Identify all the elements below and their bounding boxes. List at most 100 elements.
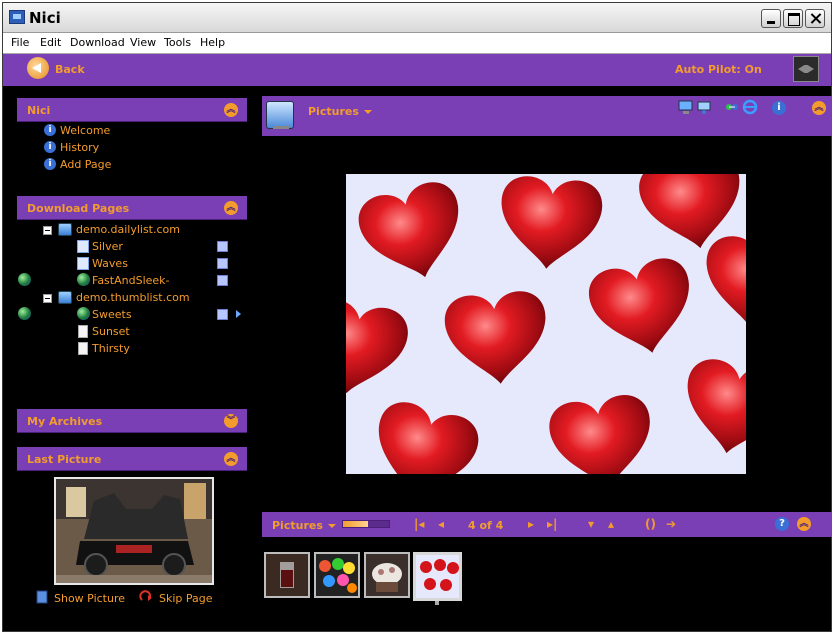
panel-header-download-pages[interactable]: Download Pages ︽ [17,196,247,220]
collapse-icon[interactable]: ︽ [224,103,238,117]
globe-icon [18,273,31,286]
menu-download[interactable]: Download [70,36,125,49]
panel-header-my-archives[interactable]: My Archives ︾ [17,409,247,433]
tree-site-dailylist[interactable]: demo.dailylist.com [76,223,180,236]
link-add-page[interactable]: Add Page [60,158,111,171]
hearts-image [346,174,746,474]
panel-header-nici[interactable]: Nici ︽ [17,98,247,122]
selection-marker [435,601,439,605]
bottom-label-text: Pictures [272,519,323,532]
info-icon[interactable]: i [772,101,786,115]
skip-arrow-icon [139,590,151,601]
forward-icon[interactable]: ➔ [666,517,676,531]
tree-site-thumblist[interactable]: demo.thumblist.com [76,291,190,304]
connect-icon[interactable] [724,99,740,115]
progress-fill [343,521,369,527]
main-title-text: Pictures [308,105,359,118]
menu-file[interactable]: File [11,36,29,49]
status-square-icon [217,309,228,320]
dropdown-arrow-icon [363,110,372,114]
candy-thumbnail-image [316,554,358,596]
picture-toolbar: Pictures |◂ ◂ 4 of 4 ▸ ▸| ▾ ▴ () ➔ ? ︽ [262,512,832,537]
sports-car-image [56,479,212,583]
collapse-icon[interactable]: ︽ [224,201,238,215]
show-picture-link[interactable]: Show Picture [54,592,125,605]
status-square-icon [217,241,228,252]
pictures-dropdown-bottom[interactable]: Pictures [272,519,336,532]
document-icon [78,325,88,338]
close-button[interactable] [805,9,825,28]
music-page-icon [77,240,89,253]
tree-page-waves[interactable]: Waves [92,257,128,270]
panel-title: Last Picture [27,453,102,466]
menu-view[interactable]: View [130,36,156,49]
music-page-icon [77,257,89,270]
panel-title: Nici [27,104,51,117]
main-picture[interactable] [346,174,746,474]
thumbnail-1[interactable] [264,552,310,598]
panel-title: Download Pages [27,202,130,215]
window-title: Nici [29,9,61,27]
tree-expander[interactable] [43,294,52,303]
network-icon[interactable] [696,99,712,115]
tree-page-thirsty[interactable]: Thirsty [92,342,130,355]
menu-edit[interactable]: Edit [40,36,61,49]
main-header: Pictures i ︽ [262,96,832,136]
autopilot-plane-icon[interactable] [793,56,819,82]
back-arrow-icon[interactable] [27,57,49,79]
help-icon[interactable]: ? [775,517,789,531]
menu-tools[interactable]: Tools [164,36,191,49]
panel-header-last-picture[interactable]: Last Picture ︽ [17,447,247,471]
skip-page-link[interactable]: Skip Page [159,592,213,605]
last-picture-icon[interactable]: ▸| [547,517,557,531]
app-icon [9,10,25,24]
collapse-icon[interactable]: ︽ [812,101,826,115]
web-page-icon [77,273,90,286]
first-picture-icon[interactable]: |◂ [414,517,424,531]
autopilot-status[interactable]: Auto Pilot: On [675,63,762,76]
previous-picture-icon[interactable]: ◂ [438,517,444,531]
download-progress [342,520,390,528]
rotate-icon[interactable]: () [645,517,656,531]
menu-bar: File Edit Download View Tools Help [3,33,831,54]
thumbnail-3[interactable] [364,552,410,598]
expand-icon[interactable]: ︾ [224,414,238,428]
title-bar[interactable]: Nici [3,3,831,33]
last-picture-thumbnail[interactable] [54,477,214,585]
hearts-thumbnail-image [416,555,459,598]
monitor-download-icon[interactable] [678,99,694,115]
site-icon [58,223,72,236]
dropdown-arrow-icon [327,524,336,528]
next-picture-icon[interactable]: ▸ [528,517,534,531]
thumbnail-2[interactable] [314,552,360,598]
menu-help[interactable]: Help [200,36,225,49]
maximize-button[interactable] [783,9,803,28]
web-page-icon [77,307,90,320]
pictures-icon [266,101,294,129]
tree-page-sunset[interactable]: Sunset [92,325,130,338]
scroll-up-icon[interactable]: ▴ [608,517,614,531]
collapse-icon[interactable]: ︽ [797,517,811,531]
minimize-button[interactable] [761,9,781,28]
show-picture-icon [36,590,48,604]
status-square-icon [217,258,228,269]
browser-icon[interactable] [742,99,758,115]
tree-expander[interactable] [43,226,52,235]
drink-thumbnail-image [266,554,308,596]
tree-page-sweets[interactable]: Sweets [92,308,132,321]
collapse-icon[interactable]: ︽ [224,452,238,466]
thumbnail-4-selected[interactable] [413,552,462,601]
app-window: Nici File Edit Download View Tools Help … [2,2,832,632]
pictures-dropdown[interactable]: Pictures [308,105,372,118]
panel-title: My Archives [27,415,103,428]
tree-page-silver[interactable]: Silver [92,240,123,253]
back-button[interactable]: Back [55,63,85,76]
page-indicator: 4 of 4 [468,519,504,532]
tree-page-fastandsleek[interactable]: FastAndSleek- [92,274,170,287]
link-welcome[interactable]: Welcome [60,124,110,137]
info-icon: i [44,124,56,136]
nav-bar: Back Auto Pilot: On [3,54,831,86]
scroll-down-icon[interactable]: ▾ [588,517,594,531]
current-arrow-icon [236,310,241,318]
link-history[interactable]: History [60,141,99,154]
